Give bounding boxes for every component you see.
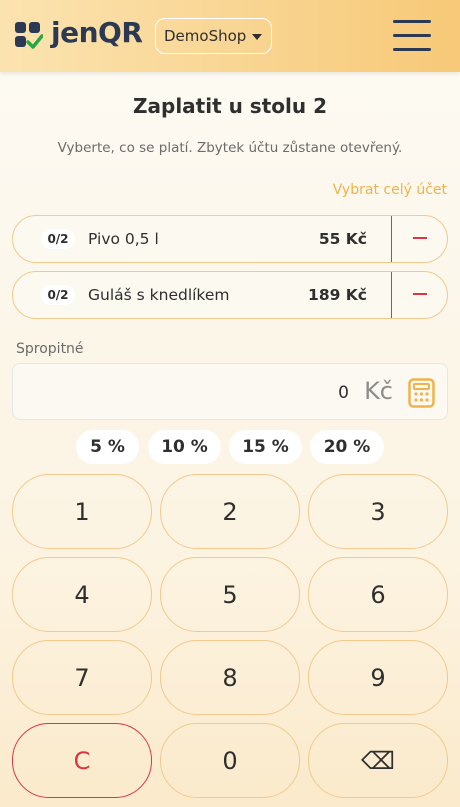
- bill-item[interactable]: 0/2 Guláš s knedlíkem 189 Kč: [12, 271, 448, 319]
- tip-preset-button[interactable]: 20 %: [310, 430, 384, 464]
- keypad-key[interactable]: 6: [308, 557, 448, 632]
- item-name: Guláš s knedlíkem: [88, 286, 230, 304]
- keypad-key[interactable]: 9: [308, 640, 448, 715]
- menu-button[interactable]: [393, 20, 431, 52]
- keypad-key[interactable]: 2: [160, 474, 300, 549]
- page-subtitle: Vyberte, co se platí. Zbytek účtu zůstan…: [57, 140, 403, 156]
- item-price: 189 Kč: [308, 286, 367, 304]
- keypad-key[interactable]: 3: [308, 474, 448, 549]
- tip-preset-button[interactable]: 15 %: [229, 430, 302, 464]
- keypad-key[interactable]: 5: [160, 557, 300, 632]
- tip-label: Spropitné: [16, 341, 84, 357]
- keypad-key[interactable]: 4: [12, 557, 152, 632]
- keypad-key[interactable]: 1: [12, 474, 152, 549]
- brand-name: jenQR: [51, 16, 143, 49]
- logo-icon: [15, 22, 43, 49]
- tip-value: 0: [338, 383, 349, 403]
- backspace-icon[interactable]: ⌫: [308, 723, 448, 798]
- tip-input[interactable]: 0 Kč: [12, 363, 448, 420]
- app-header: jenQR DemoShop: [0, 0, 460, 72]
- quantity-badge: 0/2: [41, 285, 75, 305]
- keypad-key[interactable]: 8: [160, 640, 300, 715]
- chevron-down-icon: [252, 34, 262, 40]
- page-title: Zaplatit u stolu 2: [133, 94, 327, 118]
- remove-item-button[interactable]: [391, 216, 447, 262]
- shop-selector-dropdown[interactable]: DemoShop: [155, 18, 272, 54]
- tip-preset-button[interactable]: 5 %: [76, 430, 139, 464]
- tip-currency: Kč: [364, 377, 393, 405]
- hamburger-icon: [393, 20, 431, 23]
- quantity-badge: 0/2: [41, 229, 75, 249]
- keypad-key[interactable]: 7: [12, 640, 152, 715]
- select-all-link[interactable]: Vybrat celý účet: [333, 182, 447, 198]
- shop-selector-label: DemoShop: [164, 27, 247, 45]
- bill-item[interactable]: 0/2 Pivo 0,5 l 55 Kč: [12, 215, 448, 263]
- tip-preset-button[interactable]: 10 %: [148, 430, 221, 464]
- clear-button[interactable]: C: [12, 723, 152, 798]
- keypad-key[interactable]: 0: [160, 723, 300, 798]
- calculator-icon[interactable]: [408, 378, 435, 408]
- remove-item-button[interactable]: [391, 272, 447, 318]
- item-name: Pivo 0,5 l: [88, 230, 159, 248]
- item-price: 55 Kč: [318, 230, 367, 248]
